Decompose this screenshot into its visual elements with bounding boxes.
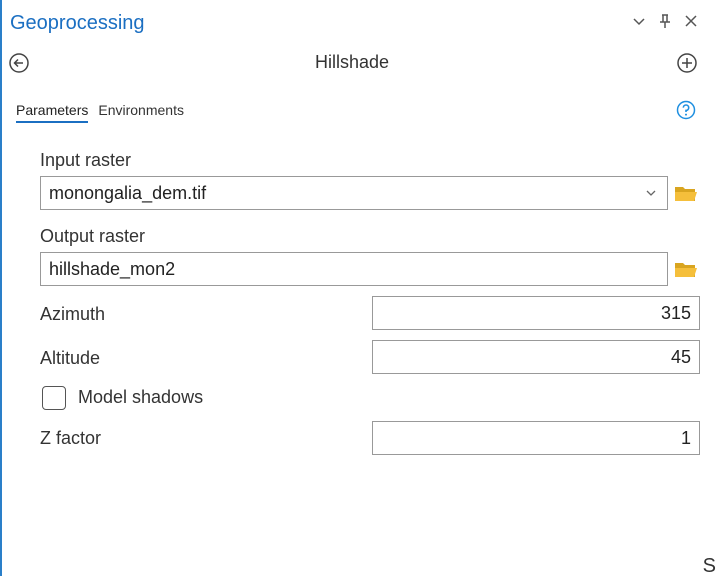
folder-icon[interactable] [674, 259, 698, 279]
stray-text: S [702, 555, 716, 577]
folder-icon[interactable] [674, 183, 698, 203]
chevron-down-icon[interactable] [632, 13, 646, 29]
altitude-input[interactable]: 45 [372, 340, 700, 374]
model-shadows-checkbox[interactable] [42, 386, 66, 410]
input-raster-select[interactable]: monongalia_dem.tif [40, 176, 668, 210]
output-raster-input[interactable]: hillshade_mon2 [40, 252, 668, 286]
close-icon[interactable] [684, 13, 698, 29]
pin-icon[interactable] [658, 13, 672, 29]
azimuth-label: Azimuth [40, 304, 106, 324]
geoprocessing-pane: Geoprocessing Hillshade Parameters Envir… [0, 0, 704, 576]
chevron-down-icon[interactable] [645, 187, 657, 199]
azimuth-value: 315 [660, 302, 691, 323]
output-raster-value: hillshade_mon2 [49, 258, 176, 279]
help-icon[interactable] [676, 100, 696, 120]
tool-name: Hillshade [314, 52, 390, 72]
plus-circle-icon[interactable] [676, 52, 698, 74]
pane-header-controls [632, 13, 698, 29]
tab-environments[interactable]: Environments [98, 102, 184, 123]
z-factor-input[interactable]: 1 [372, 421, 700, 455]
model-shadows-label: Model shadows [78, 387, 204, 407]
altitude-value: 45 [670, 346, 691, 367]
azimuth-input[interactable]: 315 [372, 296, 700, 330]
output-raster-label: Output raster [40, 226, 146, 246]
altitude-label: Altitude [40, 348, 101, 368]
input-raster-value: monongalia_dem.tif [49, 182, 207, 203]
z-factor-label: Z factor [40, 428, 102, 448]
tool-tabs: Parameters Environments [16, 102, 184, 123]
pane-title: Geoprocessing [10, 12, 145, 34]
tab-parameters[interactable]: Parameters [16, 102, 89, 123]
z-factor-value: 1 [680, 427, 691, 448]
input-raster-label: Input raster [40, 150, 132, 170]
